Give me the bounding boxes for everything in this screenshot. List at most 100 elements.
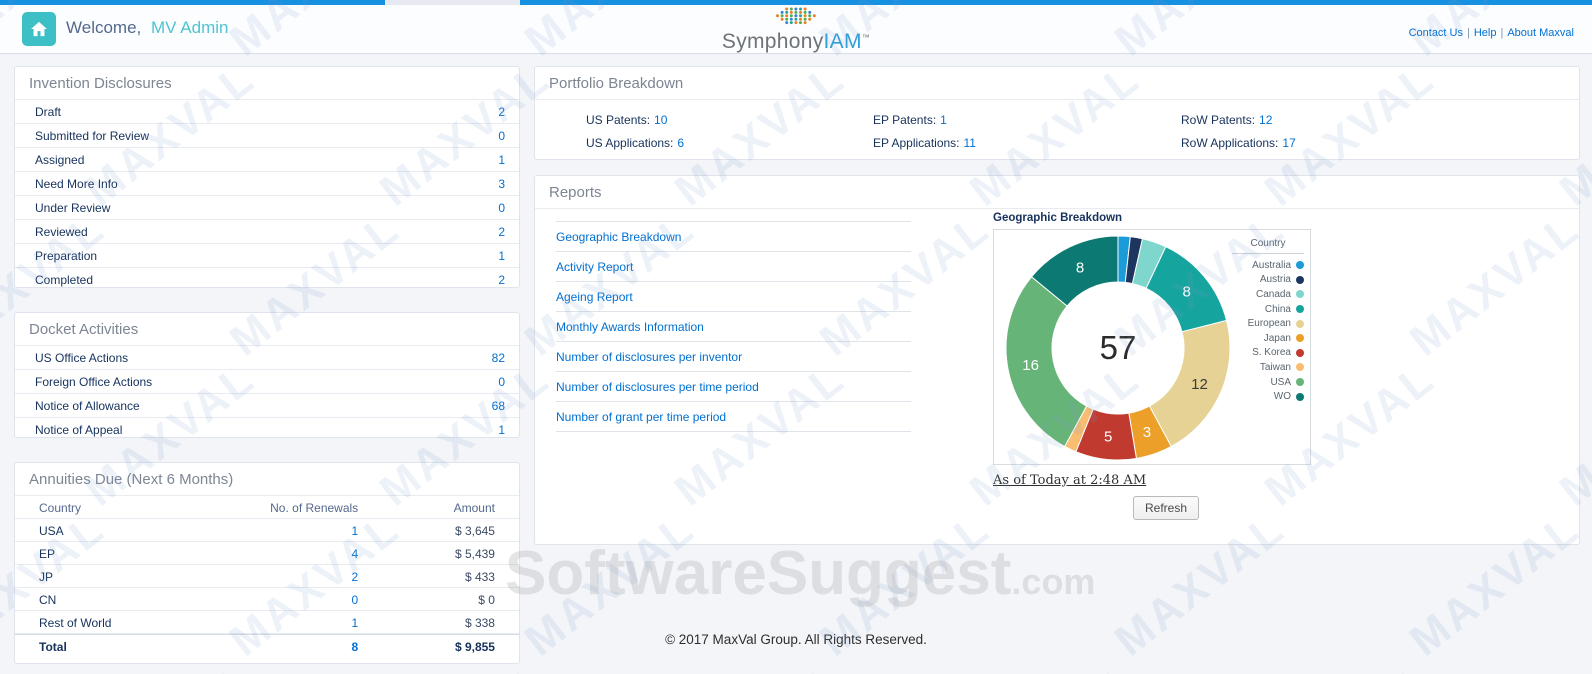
portfolio-label: EP Patents: [873,113,937,127]
welcome-prefix: Welcome, [66,18,142,37]
refresh-button[interactable]: Refresh [1133,496,1200,520]
panel-title: Reports [535,176,1579,209]
row-value-link[interactable]: 2 [498,105,505,119]
portfolio-item: US Applications: 6 [586,136,873,150]
nav-about-maxval[interactable]: About Maxval [1507,27,1574,39]
legend-item: S. Korea [1232,346,1304,361]
report-link[interactable]: Number of grant per time period [556,410,726,424]
nav-contact-us[interactable]: Contact Us [1409,27,1463,39]
row-value-link[interactable]: 3 [498,177,505,191]
list-item: US Office Actions 82 [15,346,519,370]
logo-part2: IAM [823,30,862,53]
row-value-link[interactable]: 0 [498,129,505,143]
report-link-row: Number of disclosures per inventor [556,341,911,371]
portfolio-item: RoW Patents: 12 [1181,113,1579,127]
row-value-link[interactable]: 68 [492,399,505,413]
portfolio-label: RoW Patents: [1181,113,1256,127]
cell-country: JP [39,570,54,584]
portfolio-value-link[interactable]: 12 [1259,113,1272,127]
reports-panel: Reports Geographic Breakdown Activity Rep… [534,175,1580,545]
legend-color-dot [1296,305,1304,314]
cell-country: Rest of World [39,616,112,630]
report-link[interactable]: Monthly Awards Information [556,320,704,334]
row-value-link[interactable]: 1 [498,423,505,437]
report-link-row: Geographic Breakdown [556,221,911,251]
row-value-link[interactable]: 82 [492,351,505,365]
row-value-link[interactable]: 2 [498,225,505,239]
portfolio-value-link[interactable]: 17 [1282,136,1295,150]
legend-item: WO [1232,389,1304,404]
legend-item: Taiwan [1232,360,1304,375]
donut-center-total: 57 [1100,329,1137,366]
table-row: Rest of World 1 $ 338 [15,611,519,634]
cell-amount: $ 3,645 [454,524,495,538]
softwaresuggest-watermark: SoftwareSuggest.com [505,538,1095,609]
row-value-link[interactable]: 2 [498,273,505,287]
legend-color-dot [1296,290,1304,299]
legend-color-dot [1296,261,1304,270]
cell-renewals-link[interactable]: 1 [244,616,359,630]
row-label: Assigned [35,153,85,167]
welcome-text: Welcome, MV Admin [66,18,228,38]
row-label: US Office Actions [35,351,129,365]
report-link[interactable]: Activity Report [556,260,633,274]
report-link-row: Monthly Awards Information [556,311,911,341]
dashboard-page: Welcome, MV Admin SymphonyIAM™ Contact U… [0,0,1592,674]
portfolio-breakdown-panel: Portfolio Breakdown US Patents: 10 EP Pate… [534,66,1580,160]
legend-item: Japan [1232,331,1304,346]
legend-color-dot [1296,392,1304,401]
legend-color-dot [1296,275,1304,284]
legend-items: Australia Austria Canada China European Japan… [1232,258,1304,404]
report-link[interactable]: Number of disclosures per inventor [556,350,742,364]
nav-help[interactable]: Help [1474,27,1497,39]
cell-amount: $ 5,439 [454,547,495,561]
row-value-link[interactable]: 0 [498,375,505,389]
portfolio-value-link[interactable]: 1 [940,113,947,127]
table-row: EP 4 $ 5,439 [15,542,519,565]
portfolio-grid: US Patents: 10 EP Patents: 1 RoW Patents: 12 U… [535,100,1579,150]
asof-timestamp-link[interactable]: As of Today at 2:48 AM [993,473,1146,488]
portfolio-value-link[interactable]: 6 [677,136,684,150]
app-logo: SymphonyIAM™ [722,6,870,52]
logo-part1: Symphony [721,30,824,53]
slice-value-label: 8 [1076,260,1084,277]
panel-title: Portfolio Breakdown [535,67,1579,100]
slice-value-label: 16 [1022,357,1039,374]
legend-item: China [1232,302,1304,317]
list-item: Reviewed 2 [15,220,519,244]
home-button[interactable] [22,12,56,46]
cell-amount: $ 338 [464,616,495,630]
legend-item: Canada [1232,287,1304,302]
maxval-watermark-tile: MAXVAL [1551,654,1592,674]
chart-legend: Country Australia Austria Canada China Europ… [1232,238,1304,404]
row-value-link[interactable]: 1 [498,153,505,167]
portfolio-item: RoW Applications: 17 [1181,136,1579,150]
donut-slice-usa[interactable] [1005,276,1088,448]
chart-title: Geographic Breakdown [993,212,1123,224]
slice-value-label: 5 [1104,428,1112,445]
logo-dots-icon [776,7,816,25]
row-label: Need More Info [35,177,118,191]
legend-label: WO [1273,391,1291,403]
report-link[interactable]: Number of disclosures per time period [556,380,759,394]
nav-separator: | [1500,27,1504,39]
username-link[interactable]: MV Admin [151,18,228,37]
row-value-link[interactable]: 1 [498,249,505,263]
donut-chart[interactable]: 8 12 3 5 16 8 57 [994,230,1242,464]
report-link[interactable]: Geographic Breakdown [556,230,681,244]
copyright-footer: © 2017 MaxVal Group. All Rights Reserved… [665,632,927,647]
cell-renewals-link[interactable]: 1 [244,524,359,538]
report-link[interactable]: Ageing Report [556,290,633,304]
list-item: Under Review 0 [15,196,519,220]
table-row: USA 1 $ 3,645 [15,519,519,542]
cell-country: USA [39,524,64,538]
legend-item: European [1232,316,1304,331]
cell-renewals-link[interactable]: 2 [244,570,359,584]
cell-renewals-link[interactable]: 0 [244,593,359,607]
row-value-link[interactable]: 0 [498,201,505,215]
portfolio-value-link[interactable]: 10 [654,113,667,127]
list-item: Notice of Appeal 1 [15,418,519,441]
list-item: Notice of Allowance 68 [15,394,519,418]
portfolio-value-link[interactable]: 11 [964,136,976,150]
cell-renewals-link[interactable]: 4 [244,547,359,561]
